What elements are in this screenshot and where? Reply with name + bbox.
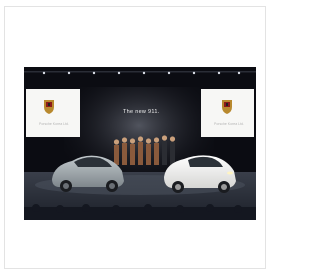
product-photo[interactable]: Porsche Korea Ltd. Porsche Korea Ltd. Th… <box>24 67 256 220</box>
left-screen: Porsche Korea Ltd. <box>26 89 80 137</box>
right-screen-caption: Porsche Korea Ltd. <box>214 122 244 126</box>
stage-title: The new 911. <box>123 109 160 115</box>
right-screen: Porsche Korea Ltd. <box>201 89 254 137</box>
photo-scene: Porsche Korea Ltd. Porsche Korea Ltd. Th… <box>24 67 256 220</box>
left-screen-caption: Porsche Korea Ltd. <box>39 122 69 126</box>
